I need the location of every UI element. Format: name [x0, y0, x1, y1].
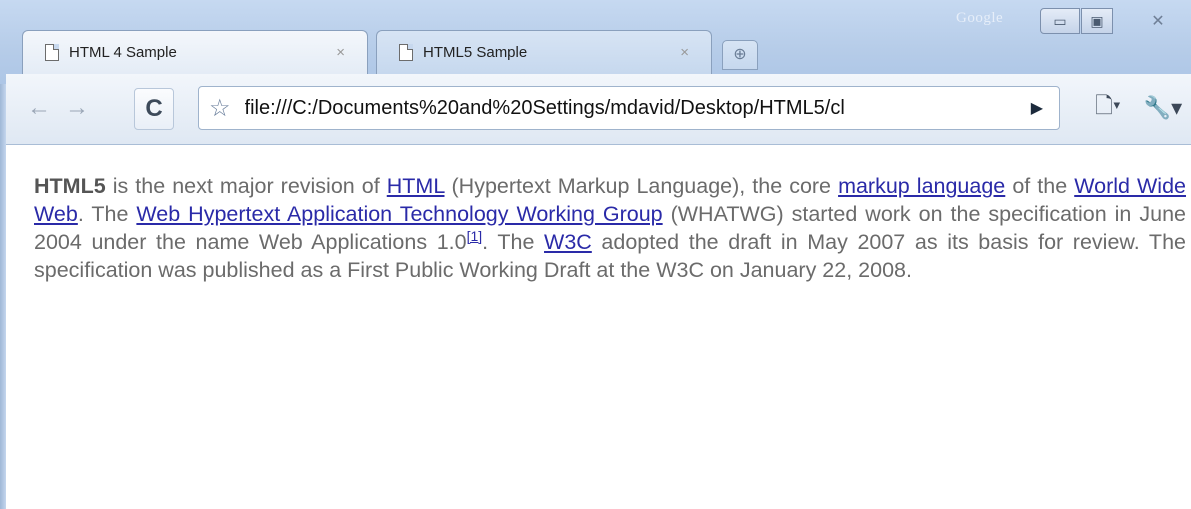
link-html[interactable]: HTML [387, 174, 445, 198]
google-brand-logo: Google [956, 10, 1004, 26]
minimize-icon: ▭ [1053, 12, 1067, 29]
browser-window: Google ▭ ▣ ✕ HTML 4 Sample × HTML5 Sampl… [0, 0, 1191, 509]
back-arrow-icon: ← [27, 94, 51, 121]
url-text[interactable]: file:///C:/Documents%20and%20Settings/md… [245, 97, 1021, 120]
go-arrow-icon[interactable]: ▶ [1031, 98, 1043, 118]
tab-label: HTML5 Sample [423, 44, 528, 61]
window-left-border [0, 84, 6, 509]
new-tab-button[interactable]: ⊕ [722, 40, 758, 70]
maximize-button[interactable]: ▣ [1081, 8, 1113, 34]
reload-button[interactable]: C [134, 88, 174, 130]
page-icon [399, 44, 413, 61]
link-markup-language[interactable]: markup language [838, 174, 1005, 198]
tab-label: HTML 4 Sample [69, 44, 177, 61]
page-menu-button[interactable]: 🗋▾ [1086, 88, 1130, 128]
page-icon [45, 44, 59, 61]
forward-arrow-icon: → [65, 94, 89, 121]
close-window-button[interactable]: ✕ [1136, 8, 1180, 34]
text-segment: (Hypertext Markup Language), the core [444, 174, 839, 198]
text-segment: of the [1005, 174, 1075, 198]
plus-icon: ⊕ [733, 46, 747, 63]
text-segment: is the next major revision of [105, 174, 387, 198]
text-segment: . The [482, 230, 545, 254]
minimize-button[interactable]: ▭ [1040, 8, 1080, 34]
link-reference-1[interactable]: [1] [467, 228, 483, 244]
tab-close-icon[interactable]: × [680, 44, 689, 61]
link-w3c[interactable]: W3C [544, 230, 592, 254]
back-button[interactable]: ← [24, 88, 54, 128]
term-html5: HTML5 [34, 174, 106, 198]
page-menu-icon: 🗋▾ [1095, 93, 1121, 118]
wrench-menu-button[interactable]: 🔧▾ [1140, 88, 1186, 128]
navigation-toolbar: ← → C ☆ file:///C:/Documents%20and%20Set… [6, 74, 1191, 145]
text-segment: . The [77, 202, 137, 226]
address-bar[interactable]: ☆ file:///C:/Documents%20and%20Settings/… [198, 86, 1060, 130]
link-whatwg[interactable]: Web Hypertext Application Technology Wor… [136, 202, 662, 226]
tab-close-icon[interactable]: × [336, 44, 345, 61]
tab-html5-sample[interactable]: HTML5 Sample × [376, 30, 712, 74]
bookmark-star-icon[interactable]: ☆ [209, 94, 231, 123]
reload-icon: C [145, 95, 163, 122]
wrench-icon: 🔧▾ [1143, 95, 1183, 120]
tab-html4-sample[interactable]: HTML 4 Sample × [22, 30, 368, 74]
page-content: HTML5 is the next major revision of HTML… [34, 172, 1186, 284]
forward-button[interactable]: → [62, 88, 92, 128]
close-icon: ✕ [1151, 13, 1165, 30]
maximize-icon: ▣ [1090, 12, 1104, 29]
title-bar: Google ▭ ▣ ✕ HTML 4 Sample × HTML5 Sampl… [0, 0, 1191, 84]
